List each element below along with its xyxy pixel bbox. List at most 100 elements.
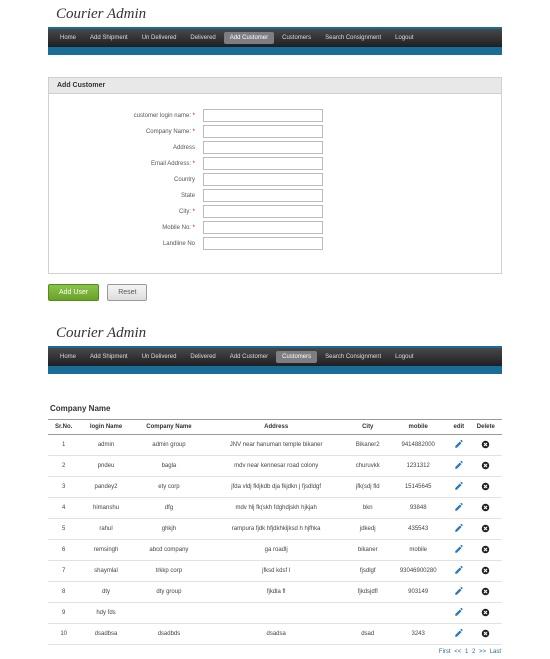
cell: pandey2 bbox=[79, 477, 132, 498]
nav-logout[interactable]: Logout bbox=[389, 32, 419, 44]
cell: dfg bbox=[133, 498, 205, 519]
pager-next[interactable]: >> bbox=[479, 649, 486, 655]
table-row: 9hdy fds bbox=[48, 603, 502, 624]
pager-first[interactable]: First bbox=[439, 649, 451, 655]
edit-icon[interactable] bbox=[454, 607, 464, 619]
cell: hdy fds bbox=[79, 603, 132, 624]
nav-delivered[interactable]: Delivered bbox=[184, 32, 221, 44]
edit-icon[interactable] bbox=[454, 544, 464, 556]
input-f2[interactable] bbox=[203, 125, 323, 138]
edit-icon[interactable] bbox=[454, 523, 464, 535]
header-band-2: HomeAdd ShipmentUn DeliveredDeliveredAdd… bbox=[48, 346, 502, 374]
customers-table: Sr.No.login NameCompany NameAddressCitym… bbox=[48, 419, 502, 645]
cell: mdv hlj fk(skh fdghdjskh hjkjah bbox=[205, 498, 347, 519]
table-row: 1adminadmin groupJNV near hanuman temple… bbox=[48, 435, 502, 456]
nav-un-delivered[interactable]: Un Delivered bbox=[136, 32, 183, 44]
table-row: 7shaymlaltrkkp corpjfksd kdsf lfjsdlgf93… bbox=[48, 561, 502, 582]
edit-icon[interactable] bbox=[454, 502, 464, 514]
nav-add-customer[interactable]: Add Customer bbox=[224, 32, 274, 44]
cell: bagla bbox=[133, 456, 205, 477]
edit-icon[interactable] bbox=[454, 586, 464, 598]
nav-un-delivered[interactable]: Un Delivered bbox=[136, 351, 183, 363]
label-f5: Country bbox=[69, 177, 199, 183]
navbar-1: HomeAdd ShipmentUn DeliveredDeliveredAdd… bbox=[48, 29, 502, 47]
cell: 903149 bbox=[388, 582, 448, 603]
nav-home[interactable]: Home bbox=[54, 351, 82, 363]
col-login-name: login Name bbox=[79, 420, 132, 435]
cell: ghkjh bbox=[133, 519, 205, 540]
delete-icon[interactable] bbox=[481, 482, 490, 493]
nav-add-shipment[interactable]: Add Shipment bbox=[84, 351, 134, 363]
table-row: 8dtydty groupfjkdla flfjkdsjdfl903149 bbox=[48, 582, 502, 603]
nav-delivered[interactable]: Delivered bbox=[184, 351, 221, 363]
cell bbox=[205, 603, 347, 624]
label-f2: Company Name: * bbox=[69, 129, 199, 135]
edit-icon[interactable] bbox=[454, 481, 464, 493]
cell: 9 bbox=[48, 603, 79, 624]
pager-last[interactable]: Last bbox=[490, 649, 501, 655]
edit-icon[interactable] bbox=[454, 460, 464, 472]
table-row: 2pndeubaglamdv near kennesar road colony… bbox=[48, 456, 502, 477]
delete-icon[interactable] bbox=[481, 545, 490, 556]
nav-customers[interactable]: Customers bbox=[276, 32, 317, 44]
panel-title-add-customer: Add Customer bbox=[48, 77, 502, 94]
reset-button[interactable]: Reset bbox=[107, 284, 147, 301]
cell: dty group bbox=[133, 582, 205, 603]
input-f7[interactable] bbox=[203, 205, 323, 218]
table-row: 5rahulghkjhrampura fjdk hfjdkhkljksd h h… bbox=[48, 519, 502, 540]
input-f5[interactable] bbox=[203, 173, 323, 186]
nav-add-customer[interactable]: Add Customer bbox=[224, 351, 274, 363]
input-f6[interactable] bbox=[203, 189, 323, 202]
pagination: First << 1 2 >> Last bbox=[48, 645, 502, 659]
input-f9[interactable] bbox=[203, 237, 323, 250]
input-f1[interactable] bbox=[203, 109, 323, 122]
delete-icon[interactable] bbox=[481, 461, 490, 472]
cell: dsadbsa bbox=[79, 624, 132, 645]
input-f4[interactable] bbox=[203, 157, 323, 170]
app-title-2: Courier Admin bbox=[48, 319, 502, 346]
delete-icon[interactable] bbox=[481, 629, 490, 640]
cell: 3243 bbox=[388, 624, 448, 645]
pager-prev[interactable]: << bbox=[454, 649, 461, 655]
edit-icon[interactable] bbox=[454, 439, 464, 451]
delete-icon[interactable] bbox=[481, 503, 490, 514]
table-row: 4himanshudfgmdv hlj fk(skh fdghdjskh hjk… bbox=[48, 498, 502, 519]
nav-search-consignment[interactable]: Search Consignment bbox=[319, 32, 387, 44]
cell: 6 bbox=[48, 540, 79, 561]
cell bbox=[133, 603, 205, 624]
cell bbox=[347, 603, 388, 624]
nav-home[interactable]: Home bbox=[54, 32, 82, 44]
cell: pndeu bbox=[79, 456, 132, 477]
cell: dsad bbox=[347, 624, 388, 645]
app-title-1: Courier Admin bbox=[48, 0, 502, 27]
nav-add-shipment[interactable]: Add Shipment bbox=[84, 32, 134, 44]
cell: bkn bbox=[347, 498, 388, 519]
pager-2[interactable]: 2 bbox=[472, 649, 475, 655]
cell: rahul bbox=[79, 519, 132, 540]
cell: dsadsa bbox=[205, 624, 347, 645]
delete-icon[interactable] bbox=[481, 587, 490, 598]
col-mobile: mobile bbox=[388, 420, 448, 435]
input-f8[interactable] bbox=[203, 221, 323, 234]
pager-1[interactable]: 1 bbox=[465, 649, 468, 655]
nav-logout[interactable]: Logout bbox=[389, 351, 419, 363]
label-f3: Address bbox=[69, 145, 199, 151]
input-f3[interactable] bbox=[203, 141, 323, 154]
cell: dsadbds bbox=[133, 624, 205, 645]
edit-icon[interactable] bbox=[454, 628, 464, 640]
company-name-heading: Company Name bbox=[48, 396, 502, 419]
cell: 5 bbox=[48, 519, 79, 540]
col-edit: edit bbox=[448, 420, 470, 435]
cell: admin bbox=[79, 435, 132, 456]
nav-search-consignment[interactable]: Search Consignment bbox=[319, 351, 387, 363]
cell: 93046900280 bbox=[388, 561, 448, 582]
delete-icon[interactable] bbox=[481, 524, 490, 535]
delete-icon[interactable] bbox=[481, 566, 490, 577]
edit-icon[interactable] bbox=[454, 565, 464, 577]
nav-customers[interactable]: Customers bbox=[276, 351, 317, 363]
delete-icon[interactable] bbox=[481, 440, 490, 451]
add-user-button[interactable]: Add User bbox=[48, 284, 99, 301]
delete-icon[interactable] bbox=[481, 608, 490, 619]
cell: 93848 bbox=[388, 498, 448, 519]
cell: 15145645 bbox=[388, 477, 448, 498]
